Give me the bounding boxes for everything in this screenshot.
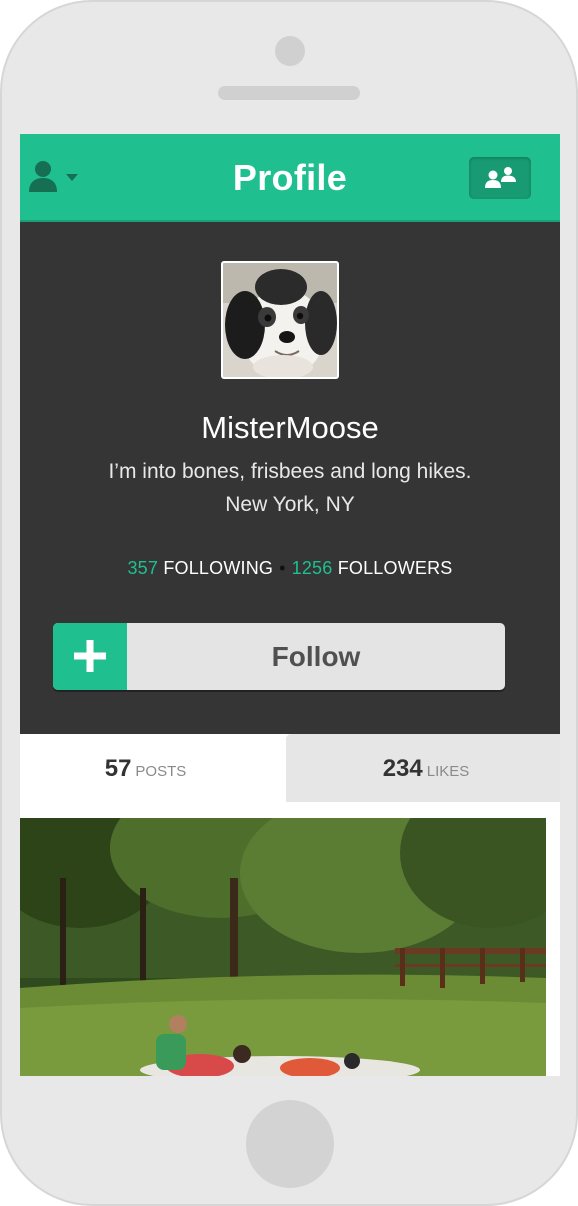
- tab-likes[interactable]: 234 LIKES: [286, 734, 560, 802]
- followers-label: FOLLOWERS: [337, 558, 453, 578]
- dog-avatar: [223, 263, 337, 377]
- following-label: FOLLOWING: [163, 558, 274, 578]
- avatar[interactable]: [221, 261, 339, 379]
- post-photo[interactable]: [20, 818, 546, 1076]
- front-camera: [275, 36, 305, 66]
- post-feed: [20, 802, 560, 1076]
- profile-header: MisterMoose I’m into bones, frisbees and…: [20, 222, 560, 734]
- stats-separator: •: [279, 558, 286, 578]
- follow-button-label: Follow: [271, 641, 361, 672]
- people-button[interactable]: [469, 157, 531, 199]
- app-screen: Profile MisterMoose I’m into bones, fris…: [20, 134, 560, 1076]
- follow-plus-box: [53, 623, 127, 690]
- likes-count: 234: [382, 755, 423, 782]
- following-count: 357: [127, 558, 159, 578]
- likes-label: LIKES: [426, 763, 470, 780]
- earpiece-speaker: [218, 86, 360, 100]
- profile-tabs: 57 POSTS 234 LIKES: [20, 734, 560, 802]
- follow-button[interactable]: Follow: [53, 623, 505, 690]
- people-icon: [485, 167, 516, 188]
- followers-stat[interactable]: 1256 FOLLOWERS: [292, 558, 453, 578]
- home-button[interactable]: [246, 1100, 334, 1188]
- username: MisterMoose: [201, 410, 379, 445]
- location-text: New York, NY: [225, 493, 355, 516]
- follow-stats: 357 FOLLOWING • 1256 FOLLOWERS: [20, 558, 560, 579]
- posts-label: POSTS: [135, 763, 187, 780]
- followers-count: 1256: [291, 558, 333, 578]
- tab-posts[interactable]: 57 POSTS: [20, 734, 271, 802]
- following-stat[interactable]: 357 FOLLOWING: [127, 558, 273, 578]
- navbar: Profile: [20, 134, 560, 222]
- phone-frame: Profile MisterMoose I’m into bones, fris…: [0, 0, 578, 1206]
- bio-text: I’m into bones, frisbees and long hikes.: [108, 460, 472, 483]
- posts-count: 57: [104, 755, 132, 782]
- plus-icon: [74, 640, 106, 672]
- outdoor-lawn-photo: [20, 818, 546, 1076]
